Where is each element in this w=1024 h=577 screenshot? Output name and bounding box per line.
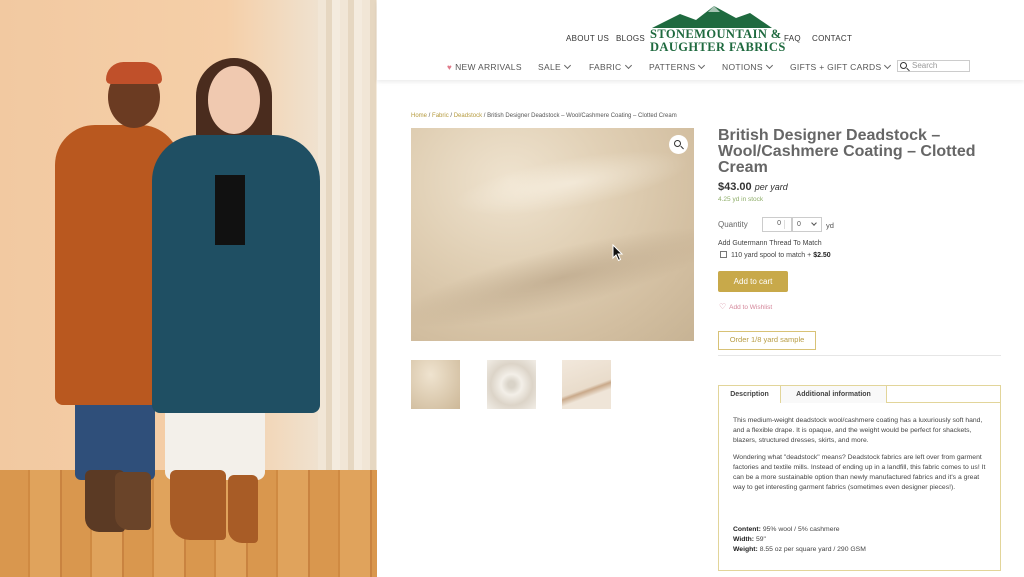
search-placeholder: Search — [912, 61, 938, 70]
heart-outline-icon: ♡ — [719, 302, 727, 311]
nav-fabric[interactable]: FABRIC — [589, 61, 632, 72]
chevron-down-icon — [624, 61, 632, 70]
quantity-fraction-value: 0 — [797, 221, 801, 228]
nav-gifts[interactable]: GIFTS + GIFT CARDS — [790, 61, 892, 72]
search-input[interactable]: Search — [897, 60, 970, 72]
chevron-down-icon — [811, 220, 817, 226]
product-main-image[interactable] — [411, 128, 694, 341]
description-paragraph: Wondering what "deadstock" means? Deadst… — [733, 454, 986, 491]
heart-icon: ♥ — [447, 63, 453, 72]
breadcrumb-home[interactable]: Home — [411, 113, 427, 119]
product-tabs: Description Additional information This … — [718, 385, 1001, 571]
nav-new-arrivals-label: NEW ARRIVALS — [455, 62, 522, 72]
add-to-wishlist-link[interactable]: ♡ Add to Wishlist — [719, 302, 772, 311]
nav-notions[interactable]: NOTIONS — [722, 61, 773, 72]
tab-bar: Description Additional information — [719, 386, 1000, 403]
order-sample-button[interactable]: Order 1/8 yard sample — [718, 331, 816, 350]
breadcrumb-fabric[interactable]: Fabric — [432, 113, 449, 119]
quantity-stepper[interactable]: 0 — [762, 217, 792, 232]
model-boot — [170, 470, 226, 540]
spec-weight-value: 8.55 oz per square yard / 290 GSM — [759, 546, 866, 553]
tab-additional-information[interactable]: Additional information — [781, 386, 887, 403]
nav-notions-label: NOTIONS — [722, 62, 763, 72]
quantity-fraction-select[interactable]: 0 — [792, 217, 822, 232]
search-icon — [900, 62, 907, 69]
nav-contact[interactable]: CONTACT — [812, 34, 852, 43]
hero-photo — [0, 0, 377, 577]
quantity-value: 0 — [777, 220, 781, 227]
thread-heading: Add Gutermann Thread To Match — [718, 240, 822, 247]
quantity-label: Quantity — [718, 220, 748, 229]
nav-new-arrivals[interactable]: ♥ NEW ARRIVALS — [447, 62, 522, 72]
chevron-down-icon — [884, 61, 892, 70]
model-boot — [115, 472, 151, 530]
stock-status: 4.25 yd in stock — [718, 196, 764, 203]
page: ABOUT US BLOGS FAQ CONTACT STONEMOUNTAIN… — [0, 0, 1024, 577]
breadcrumb: Home / Fabric / Deadstock / British Desi… — [411, 113, 677, 119]
spec-width-label: Width: — [733, 536, 755, 543]
model-head — [208, 66, 260, 134]
nav-about-us[interactable]: ABOUT US — [566, 34, 609, 43]
chevron-down-icon — [698, 61, 706, 70]
nav-fabric-label: FABRIC — [589, 62, 622, 72]
spec-content: Content: 95% wool / 5% cashmere — [733, 525, 989, 535]
nav-sale-label: SALE — [538, 62, 561, 72]
spool-checkbox[interactable] — [720, 251, 727, 258]
model-boot — [228, 475, 258, 543]
price-unit: per yard — [754, 182, 788, 192]
mouse-cursor-icon — [612, 244, 624, 262]
spec-weight: Weight: 8.55 oz per square yard / 290 GS… — [733, 545, 989, 555]
price-value: $43.00 — [718, 181, 752, 193]
spool-price: $2.50 — [813, 252, 831, 259]
spool-label: 110 yard spool to match + — [731, 252, 812, 259]
tab-description[interactable]: Description — [719, 386, 781, 403]
site-logo[interactable]: STONEMOUNTAIN & DAUGHTER FABRICS — [650, 4, 786, 56]
stepper-arrows-icon[interactable] — [784, 220, 789, 229]
logo-line-2: DAUGHTER FABRICS — [650, 40, 786, 54]
nav-patterns[interactable]: PATTERNS — [649, 61, 706, 72]
add-to-cart-button[interactable]: Add to cart — [718, 271, 788, 292]
chevron-down-icon — [765, 61, 773, 70]
breadcrumb-current: British Designer Deadstock – Wool/Cashme… — [487, 113, 677, 119]
spec-weight-label: Weight: — [733, 546, 758, 553]
description-paragraph: This medium-weight deadstock wool/cashme… — [733, 417, 983, 444]
nav-patterns-label: PATTERNS — [649, 62, 696, 72]
spec-width-value: 59" — [755, 536, 766, 543]
nav-sale[interactable]: SALE — [538, 61, 571, 72]
mountain-logo-icon — [652, 6, 772, 28]
product-price: $43.00 per yard — [718, 181, 788, 193]
curtain-backdrop — [318, 0, 377, 470]
spec-width: Width: 59" — [733, 535, 989, 545]
product-thumbnail[interactable] — [562, 360, 611, 409]
product-title: British Designer Deadstock – Wool/Cashme… — [718, 127, 976, 176]
model-black-top — [215, 175, 245, 245]
nav-blogs[interactable]: BLOGS — [616, 34, 645, 43]
spec-content-value: 95% wool / 5% cashmere — [762, 526, 840, 533]
chevron-down-icon — [563, 61, 571, 70]
model-hair — [106, 62, 162, 84]
wishlist-label: Add to Wishlist — [729, 304, 773, 311]
quantity-unit: yd — [826, 221, 834, 230]
nav-faq[interactable]: FAQ — [784, 34, 801, 43]
description-body: This medium-weight deadstock wool/cashme… — [733, 416, 989, 500]
spec-content-label: Content: — [733, 526, 761, 533]
zoom-button[interactable] — [669, 135, 688, 154]
nav-gifts-label: GIFTS + GIFT CARDS — [790, 62, 882, 72]
zoom-icon — [674, 140, 681, 147]
breadcrumb-deadstock[interactable]: Deadstock — [454, 113, 482, 119]
divider — [718, 355, 1001, 356]
spool-checkbox-row[interactable]: 110 yard spool to match + $2.50 — [720, 251, 831, 259]
product-thumbnail[interactable] — [487, 360, 536, 409]
product-thumbnail[interactable] — [411, 360, 460, 409]
